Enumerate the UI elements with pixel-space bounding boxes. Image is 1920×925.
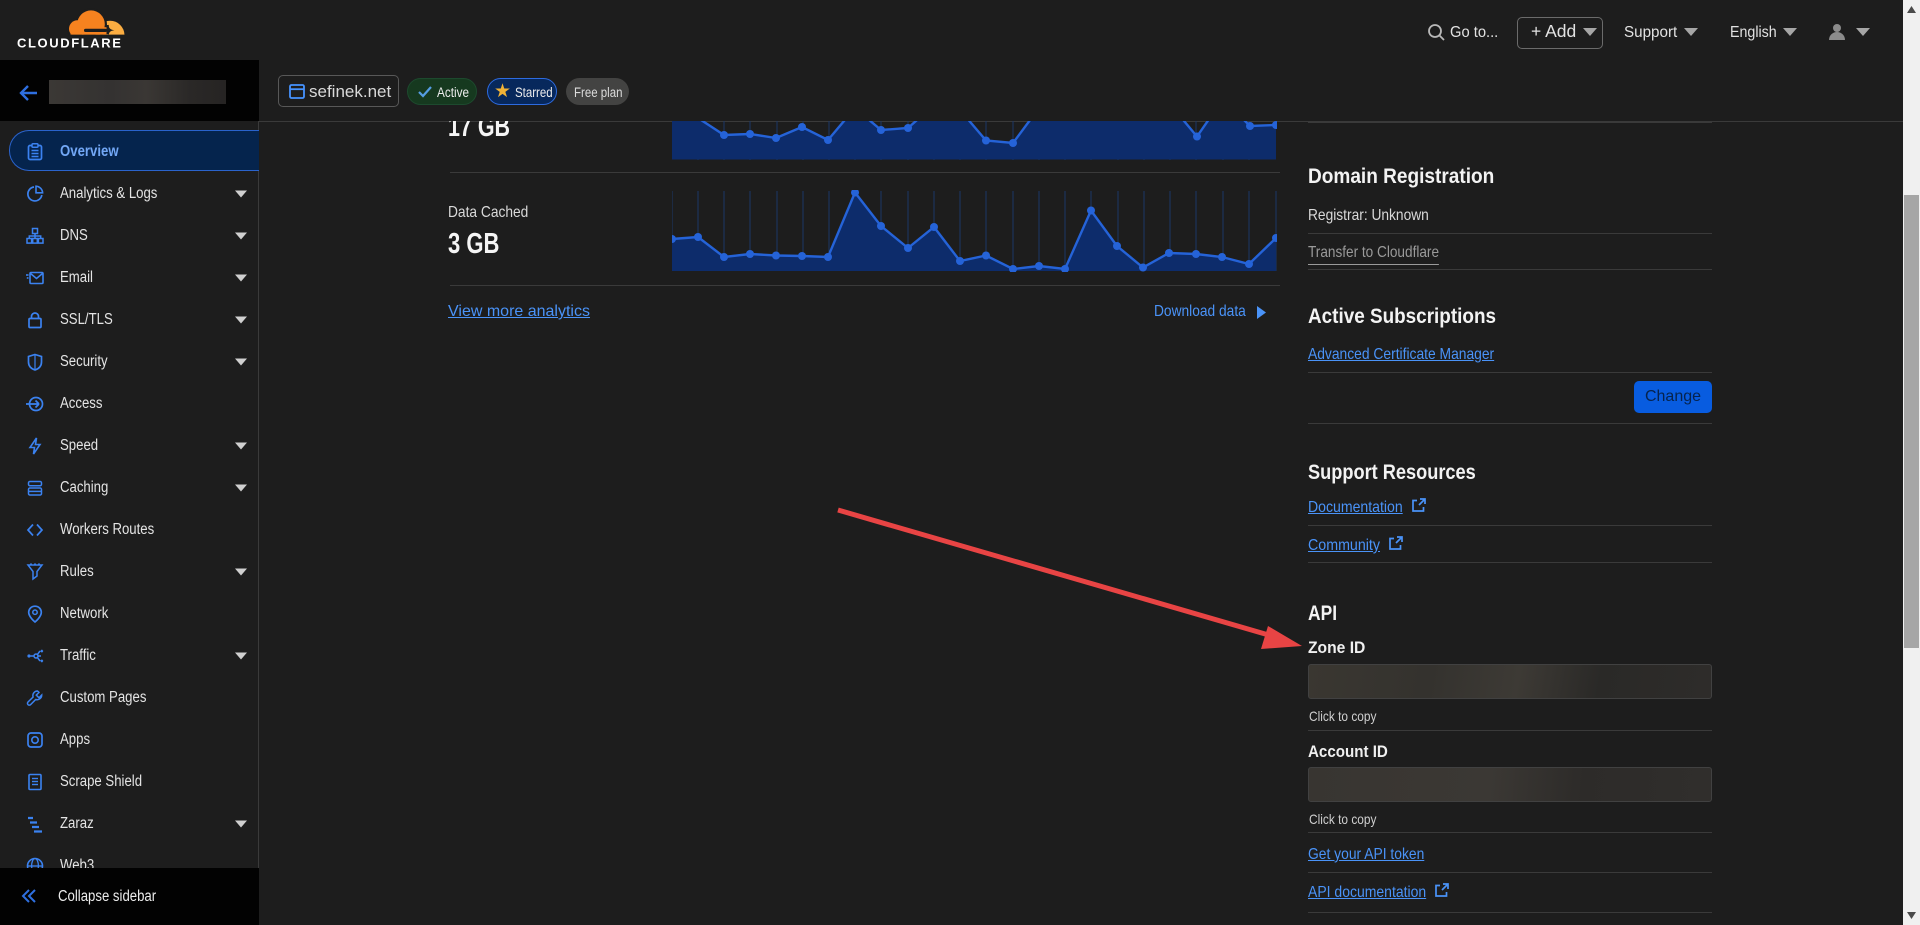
svg-text:CLOUDFLARE: CLOUDFLARE bbox=[17, 36, 123, 51]
